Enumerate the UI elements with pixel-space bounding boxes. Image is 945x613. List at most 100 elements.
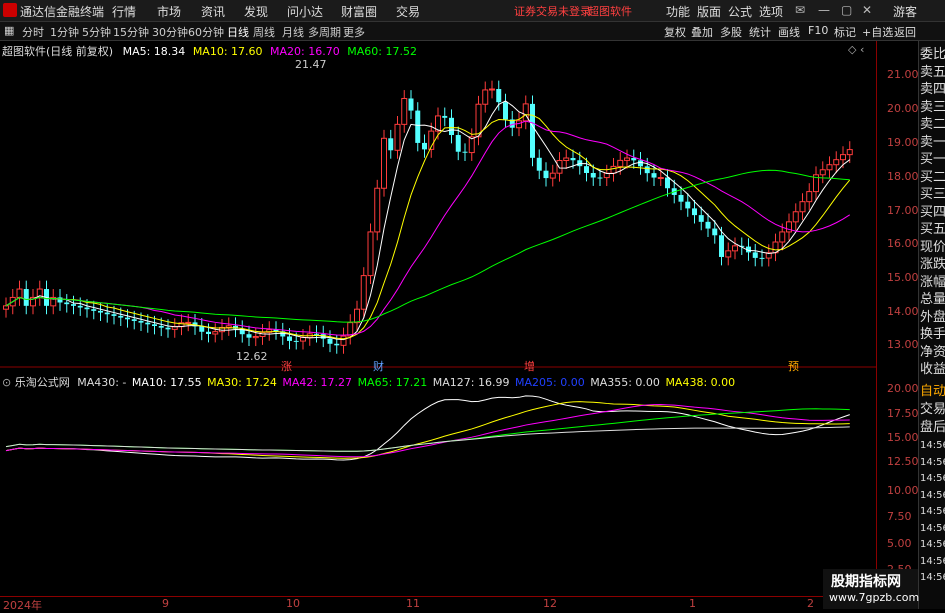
period-30min[interactable]: 30分钟 [152, 24, 188, 40]
side-panel-trade-item[interactable]: 14:56 [920, 503, 945, 520]
multi-stock-button[interactable]: 多股 [720, 24, 742, 40]
ind-tick: 20.00 [887, 382, 919, 395]
period-intraday[interactable]: 分时 [22, 24, 44, 40]
candle-body [651, 173, 657, 178]
side-panel-label[interactable]: 涨幅 [920, 274, 945, 291]
side-panel-trade-item[interactable]: 自动 [920, 383, 945, 400]
f10-button[interactable]: F10 [808, 24, 828, 37]
candle-body [705, 221, 711, 229]
time-tick: 10 [286, 597, 300, 610]
message-icon[interactable]: ✉ [795, 3, 805, 17]
side-panel-label[interactable]: 买一 [920, 151, 945, 168]
indicator-title[interactable]: 乐淘公式网 [15, 376, 70, 389]
side-panel-trade-item[interactable]: 交易 [920, 401, 945, 418]
menu-bar: 通达信金融终端 行情 市场 资讯 发现 问小达 财富圈 交易 证券交易未登录 超… [0, 0, 945, 22]
mark-button[interactable]: 标记 [834, 24, 856, 40]
side-panel-label[interactable]: 卖二 [920, 116, 945, 133]
candle-body [165, 327, 171, 330]
menu-function[interactable]: 功能 [666, 3, 690, 20]
side-panel-label[interactable]: 净资 [920, 344, 945, 361]
event-yu[interactable]: 预 [788, 358, 799, 374]
menu-market[interactable]: 市场 [157, 3, 181, 20]
side-panel-label[interactable]: 收益 [920, 361, 945, 378]
chart-mode-icon[interactable]: ▦ [4, 24, 14, 37]
event-zhang[interactable]: 涨 [281, 358, 292, 374]
candle-body [590, 172, 596, 178]
adjust-button[interactable]: 复权 [664, 24, 686, 40]
menu-formula[interactable]: 公式 [728, 3, 752, 20]
candle-body [415, 110, 421, 143]
menu-layout[interactable]: 版面 [697, 3, 721, 20]
period-60min[interactable]: 60分钟 [188, 24, 224, 40]
menu-discover[interactable]: 发现 [244, 3, 268, 20]
app-logo-icon [3, 3, 17, 17]
side-panel-trade-item[interactable]: 14:56 [920, 437, 945, 454]
maximize-icon[interactable]: ▢ [841, 3, 852, 17]
period-multi[interactable]: 多周期 [308, 24, 341, 40]
side-panel-label[interactable]: 卖四 [920, 81, 945, 98]
period-5min[interactable]: 5分钟 [82, 24, 111, 40]
overlay-button[interactable]: 叠加 [691, 24, 713, 40]
watermark-title: 股期指标网 [831, 574, 901, 590]
price-axis: 21.00 20.00 19.00 18.00 17.00 16.00 15.0… [876, 41, 919, 596]
period-weekly[interactable]: 周线 [253, 24, 275, 40]
side-panel-trade-item[interactable]: 盘后 [920, 419, 945, 436]
price-tick: 16.00 [887, 237, 919, 250]
side-panel-label[interactable]: 换手 [920, 326, 945, 343]
candle-body [111, 314, 117, 316]
side-panel-label[interactable]: 卖三 [920, 99, 945, 116]
candle-body [381, 137, 387, 189]
side-panel-label[interactable]: 买三 [920, 186, 945, 203]
side-panel-label[interactable]: 现价 [920, 239, 945, 256]
menu-quotes[interactable]: 行情 [112, 3, 136, 20]
indicator-ma127-line [5, 426, 850, 452]
menu-news[interactable]: 资讯 [201, 3, 225, 20]
event-cai[interactable]: 财 [373, 358, 384, 374]
side-panel-label[interactable]: 买五 [920, 221, 945, 238]
menu-wealth[interactable]: 财富圈 [341, 3, 377, 20]
price-tick: 15.00 [887, 271, 919, 284]
candle-body [846, 149, 853, 156]
side-panel-label[interactable]: 买四 [920, 204, 945, 221]
side-panel-label[interactable]: 卖一 [920, 134, 945, 151]
watermark-url: www.7gpzb.com [829, 591, 920, 604]
side-panel-trade-item[interactable]: 14:56 [920, 454, 945, 471]
minimize-icon[interactable]: — [818, 3, 830, 17]
kline-chart[interactable] [0, 41, 876, 596]
event-zeng[interactable]: 增 [524, 358, 535, 374]
side-panel-trade-item[interactable]: 14:56 [920, 487, 945, 504]
menu-ask[interactable]: 问小达 [287, 3, 323, 20]
guest-label[interactable]: 游客 [893, 3, 917, 20]
side-panel-trade-item[interactable]: 14:56 [920, 553, 945, 570]
candle-body [23, 289, 29, 306]
menu-trade[interactable]: 交易 [396, 3, 420, 20]
side-panel-label[interactable]: 涨跌 [920, 256, 945, 273]
candle-body [125, 317, 130, 320]
period-monthly[interactable]: 月线 [282, 24, 304, 40]
side-panel-label[interactable]: 外盘 [920, 309, 945, 326]
side-panel-label[interactable]: 买二 [920, 169, 945, 186]
candle-body [401, 97, 408, 125]
candle-body [826, 164, 833, 171]
login-warning[interactable]: 证券交易未登录 [514, 3, 591, 19]
side-panel-trade-item[interactable]: 14:56 [920, 569, 945, 586]
close-icon[interactable]: ✕ [862, 3, 872, 17]
period-15min[interactable]: 15分钟 [113, 24, 149, 40]
side-panel-trade-item[interactable]: 14:56 [920, 470, 945, 487]
period-more[interactable]: 更多 [343, 24, 365, 40]
side-panel-trade-item[interactable]: 14:56 [920, 536, 945, 553]
back-button[interactable]: 返回 [894, 24, 916, 40]
candle-body [536, 157, 542, 171]
menu-options[interactable]: 选项 [759, 3, 783, 20]
stats-button[interactable]: 统计 [749, 24, 771, 40]
side-panel-label[interactable]: 卖五 [920, 64, 945, 81]
add-watchlist-button[interactable]: +自选 [862, 24, 893, 40]
side-panel-label[interactable]: 总量 [920, 291, 945, 308]
period-1min[interactable]: 1分钟 [50, 24, 79, 40]
draw-button[interactable]: 画线 [778, 24, 800, 40]
side-panel-trade-item[interactable]: 14:56 [920, 520, 945, 537]
indicator-collapse-icon[interactable]: ⊙ [2, 376, 11, 389]
period-daily[interactable]: 日线 [227, 24, 249, 40]
candle-body [118, 315, 124, 318]
side-panel-label[interactable]: 委比 [920, 46, 945, 63]
